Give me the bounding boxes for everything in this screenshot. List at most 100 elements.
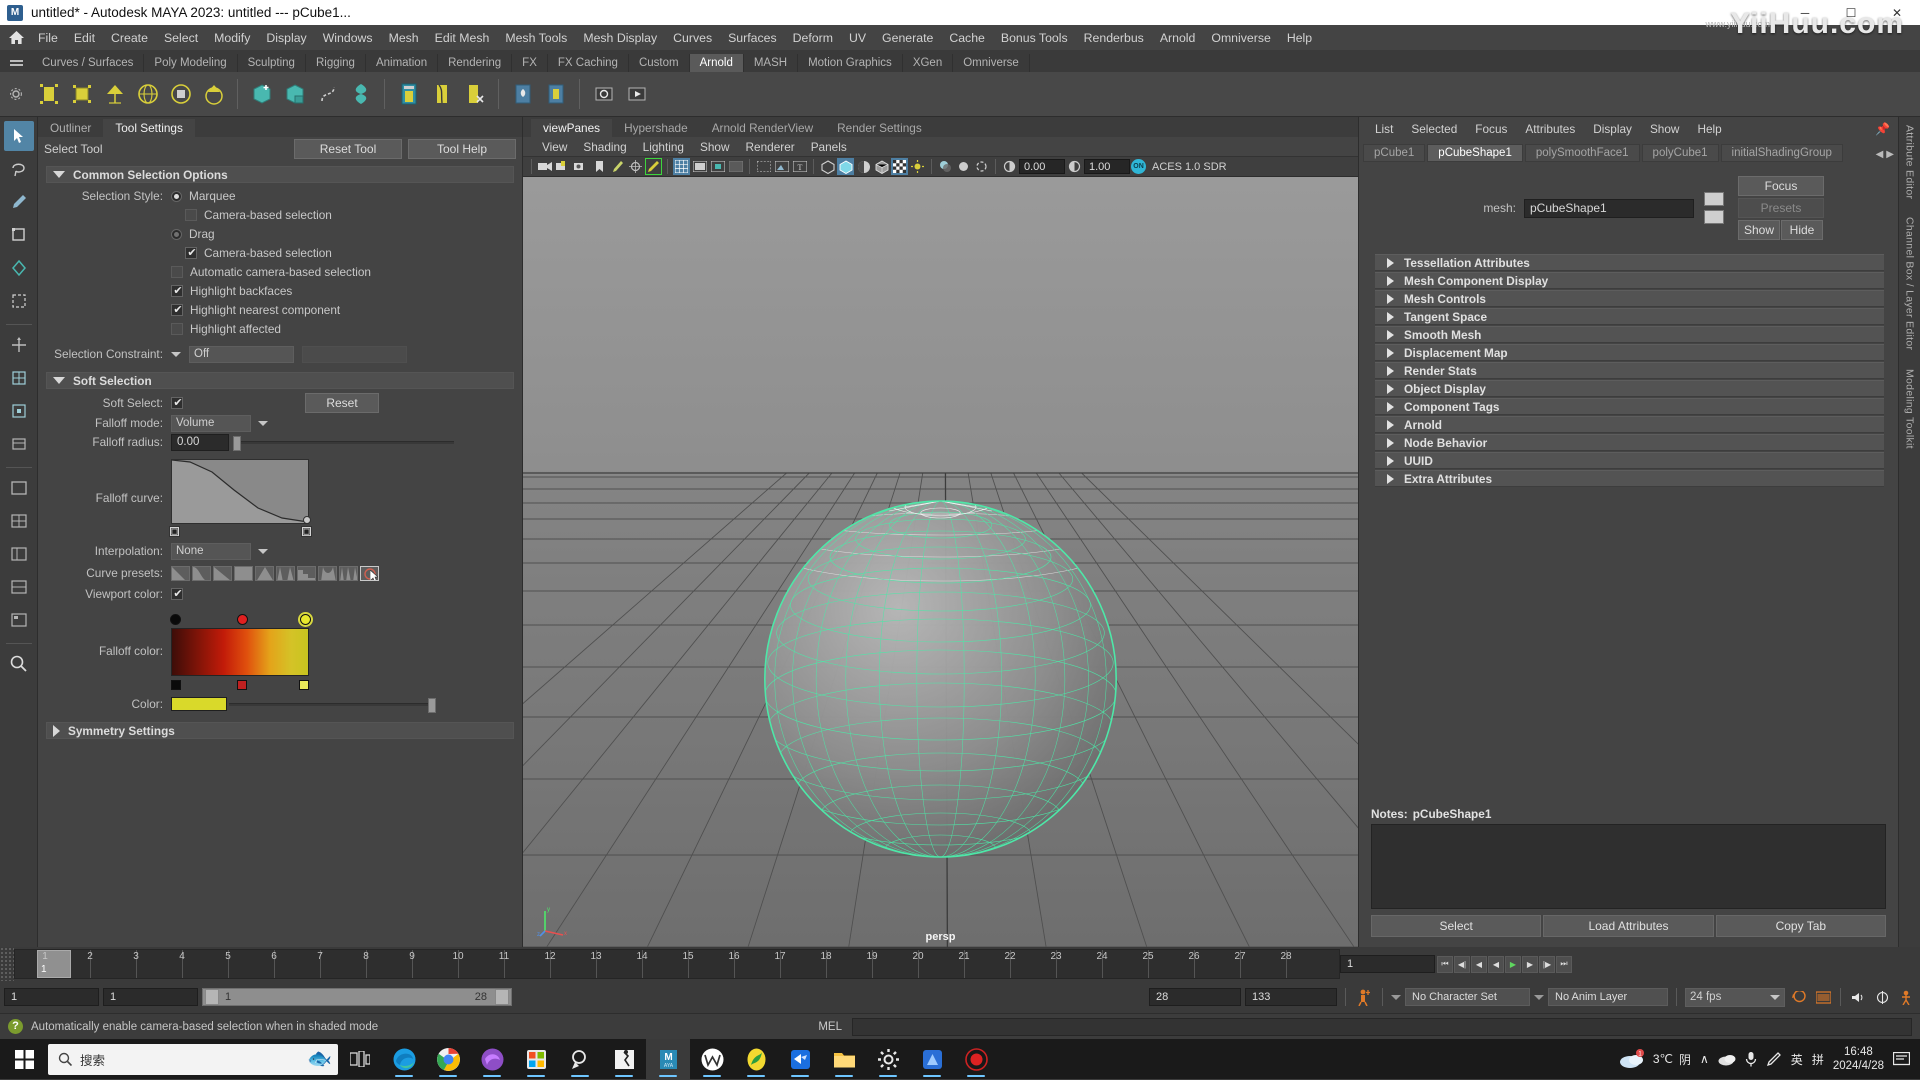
menu-generate[interactable]: Generate [874, 28, 941, 48]
color-slider-knob[interactable] [428, 697, 436, 713]
ae-menu-list[interactable]: List [1367, 120, 1401, 138]
menu-create[interactable]: Create [103, 28, 156, 48]
tab-render-settings[interactable]: Render Settings [825, 119, 934, 137]
node-tab-next-icon[interactable]: ▶ [1886, 149, 1894, 160]
play-backwards-icon[interactable]: ◀ [1488, 955, 1504, 973]
blue-bird-app-icon[interactable] [778, 1039, 822, 1079]
viewport-menu-view[interactable]: View [535, 138, 574, 156]
camera-icon[interactable] [537, 158, 554, 175]
arnold-standin-create-icon[interactable] [246, 79, 277, 110]
menu-file[interactable]: File [30, 28, 66, 48]
shelf-tab-fx-caching[interactable]: FX Caching [547, 54, 629, 72]
gradient-stop-black-bottom[interactable] [171, 680, 181, 690]
arnold-open-render-icon[interactable] [588, 79, 619, 110]
menu-bonus-tools[interactable]: Bonus Tools [993, 28, 1076, 48]
magnify-icon[interactable] [4, 649, 34, 679]
radio-drag[interactable] [171, 228, 182, 240]
shelf-tab-rendering[interactable]: Rendering [438, 54, 513, 72]
grid-toggle-icon[interactable] [673, 158, 690, 175]
arnold-area-light-icon[interactable] [33, 79, 64, 110]
node-tab-pcubeshape1[interactable]: pCubeShape1 [1427, 144, 1523, 162]
layout-hypershade-icon[interactable] [4, 605, 34, 635]
curve-preset-triple-icon[interactable] [339, 565, 358, 581]
chevron-down-icon[interactable] [171, 351, 181, 357]
step-forward-key-icon[interactable]: |▶ [1539, 955, 1555, 973]
attr-section-extra-attributes[interactable]: Extra Attributes [1375, 470, 1884, 487]
curve-preset-linear-icon[interactable] [213, 565, 232, 581]
reset-soft-select-button[interactable]: Reset [305, 393, 379, 413]
film-gate-icon[interactable] [691, 158, 708, 175]
lighting-icon[interactable] [909, 158, 926, 175]
slider-knob[interactable] [233, 435, 241, 451]
load-attributes-button[interactable]: Load Attributes [1543, 915, 1714, 937]
gradient-stop-red-top[interactable] [237, 614, 248, 625]
task-view-icon[interactable] [338, 1039, 382, 1079]
character-icon[interactable] [1896, 987, 1916, 1007]
gamma-icon[interactable] [1066, 158, 1083, 175]
gradient-stop-red-bottom[interactable] [237, 680, 247, 690]
shelf-tab-mash[interactable]: MASH [743, 54, 799, 72]
menu-uv[interactable]: UV [841, 28, 874, 48]
node-tab-prev-icon[interactable]: ◀ [1876, 149, 1884, 160]
selection-constraint-dropdown[interactable]: Off [189, 345, 294, 363]
scale-tool-icon[interactable] [4, 286, 34, 316]
camera-unlock-icon[interactable] [573, 158, 590, 175]
clock-widget[interactable]: 16:48 2024/4/28 [1833, 1045, 1884, 1074]
shelf-tab-arnold[interactable]: Arnold [689, 54, 744, 72]
layout-persp-outliner-icon[interactable] [4, 539, 34, 569]
pen-icon[interactable] [1766, 1051, 1782, 1067]
text-icon[interactable]: T [791, 158, 808, 175]
side-tab-modeling-toolkit[interactable]: Modeling Toolkit [1904, 369, 1916, 449]
sound-icon[interactable] [1848, 987, 1868, 1007]
checkbox-automatic-camera-based[interactable] [171, 266, 183, 278]
menu-deform[interactable]: Deform [785, 28, 841, 48]
oval-green-app-icon[interactable] [734, 1039, 778, 1079]
attr-section-render-stats[interactable]: Render Stats [1375, 362, 1884, 379]
grease-pencil-icon[interactable] [645, 158, 662, 175]
viewport-menu-panels[interactable]: Panels [804, 138, 854, 156]
tab-viewpanes[interactable]: viewPanes [531, 119, 613, 137]
checkbox-viewport-color[interactable] [171, 587, 184, 600]
checkbox-soft-select[interactable] [171, 396, 184, 409]
range-start-input[interactable]: 1 [4, 988, 99, 1006]
shelf-tab-fx[interactable]: FX [512, 54, 548, 72]
falloff-curve-editor[interactable] [171, 459, 309, 524]
gamma-input[interactable]: 1.00 [1084, 159, 1130, 174]
ae-menu-selected[interactable]: Selected [1403, 120, 1465, 138]
paint-effects-icon[interactable] [609, 158, 626, 175]
loop-icon[interactable] [1789, 987, 1809, 1007]
node-tab-polycube1[interactable]: polyCube1 [1641, 144, 1719, 162]
camera-lock-icon[interactable] [555, 158, 572, 175]
color-management-toggle-icon[interactable]: ON [1131, 159, 1146, 174]
arnold-render-view-icon[interactable] [393, 79, 424, 110]
shelf-menu-icon[interactable] [0, 50, 32, 72]
focus-button[interactable]: Focus [1738, 176, 1824, 196]
curve-preset-custom-icon[interactable] [360, 565, 379, 581]
3d-viewport[interactable]: y x z persp [523, 177, 1358, 947]
paint-select-icon[interactable] [4, 187, 34, 217]
motion-blur-icon[interactable] [973, 158, 990, 175]
range-end-input[interactable]: 1 [103, 988, 198, 1006]
menu-edit-mesh[interactable]: Edit Mesh [427, 28, 498, 48]
resolution-gate-icon[interactable] [709, 158, 726, 175]
universal-manipulator-icon[interactable] [4, 330, 34, 360]
ae-menu-help[interactable]: Help [1689, 120, 1729, 138]
show-manipulator-icon[interactable] [4, 396, 34, 426]
gate-mask-icon[interactable] [727, 158, 744, 175]
ae-menu-focus[interactable]: Focus [1467, 120, 1515, 138]
menu-mesh[interactable]: Mesh [381, 28, 427, 48]
windows-start-icon[interactable] [0, 1039, 48, 1079]
curve-point-icon[interactable] [303, 516, 311, 524]
menu-mesh-display[interactable]: Mesh Display [575, 28, 665, 48]
menu-curves[interactable]: Curves [665, 28, 720, 48]
arnold-flush-caches-icon[interactable] [459, 79, 490, 110]
playblast-icon[interactable] [1813, 987, 1833, 1007]
attr-section-smooth-mesh[interactable]: Smooth Mesh [1375, 326, 1884, 343]
gradient-stop-yellow-top[interactable] [300, 614, 311, 625]
shelf-tab-sculpting[interactable]: Sculpting [237, 54, 306, 72]
step-back-frame-icon[interactable]: ◀ [1471, 955, 1487, 973]
anim-layer-field[interactable]: No Anim Layer [1548, 988, 1668, 1006]
viewport-menu-show[interactable]: Show [693, 138, 737, 156]
curve-preset-bell-icon[interactable] [318, 565, 337, 581]
home-icon[interactable] [2, 27, 30, 49]
